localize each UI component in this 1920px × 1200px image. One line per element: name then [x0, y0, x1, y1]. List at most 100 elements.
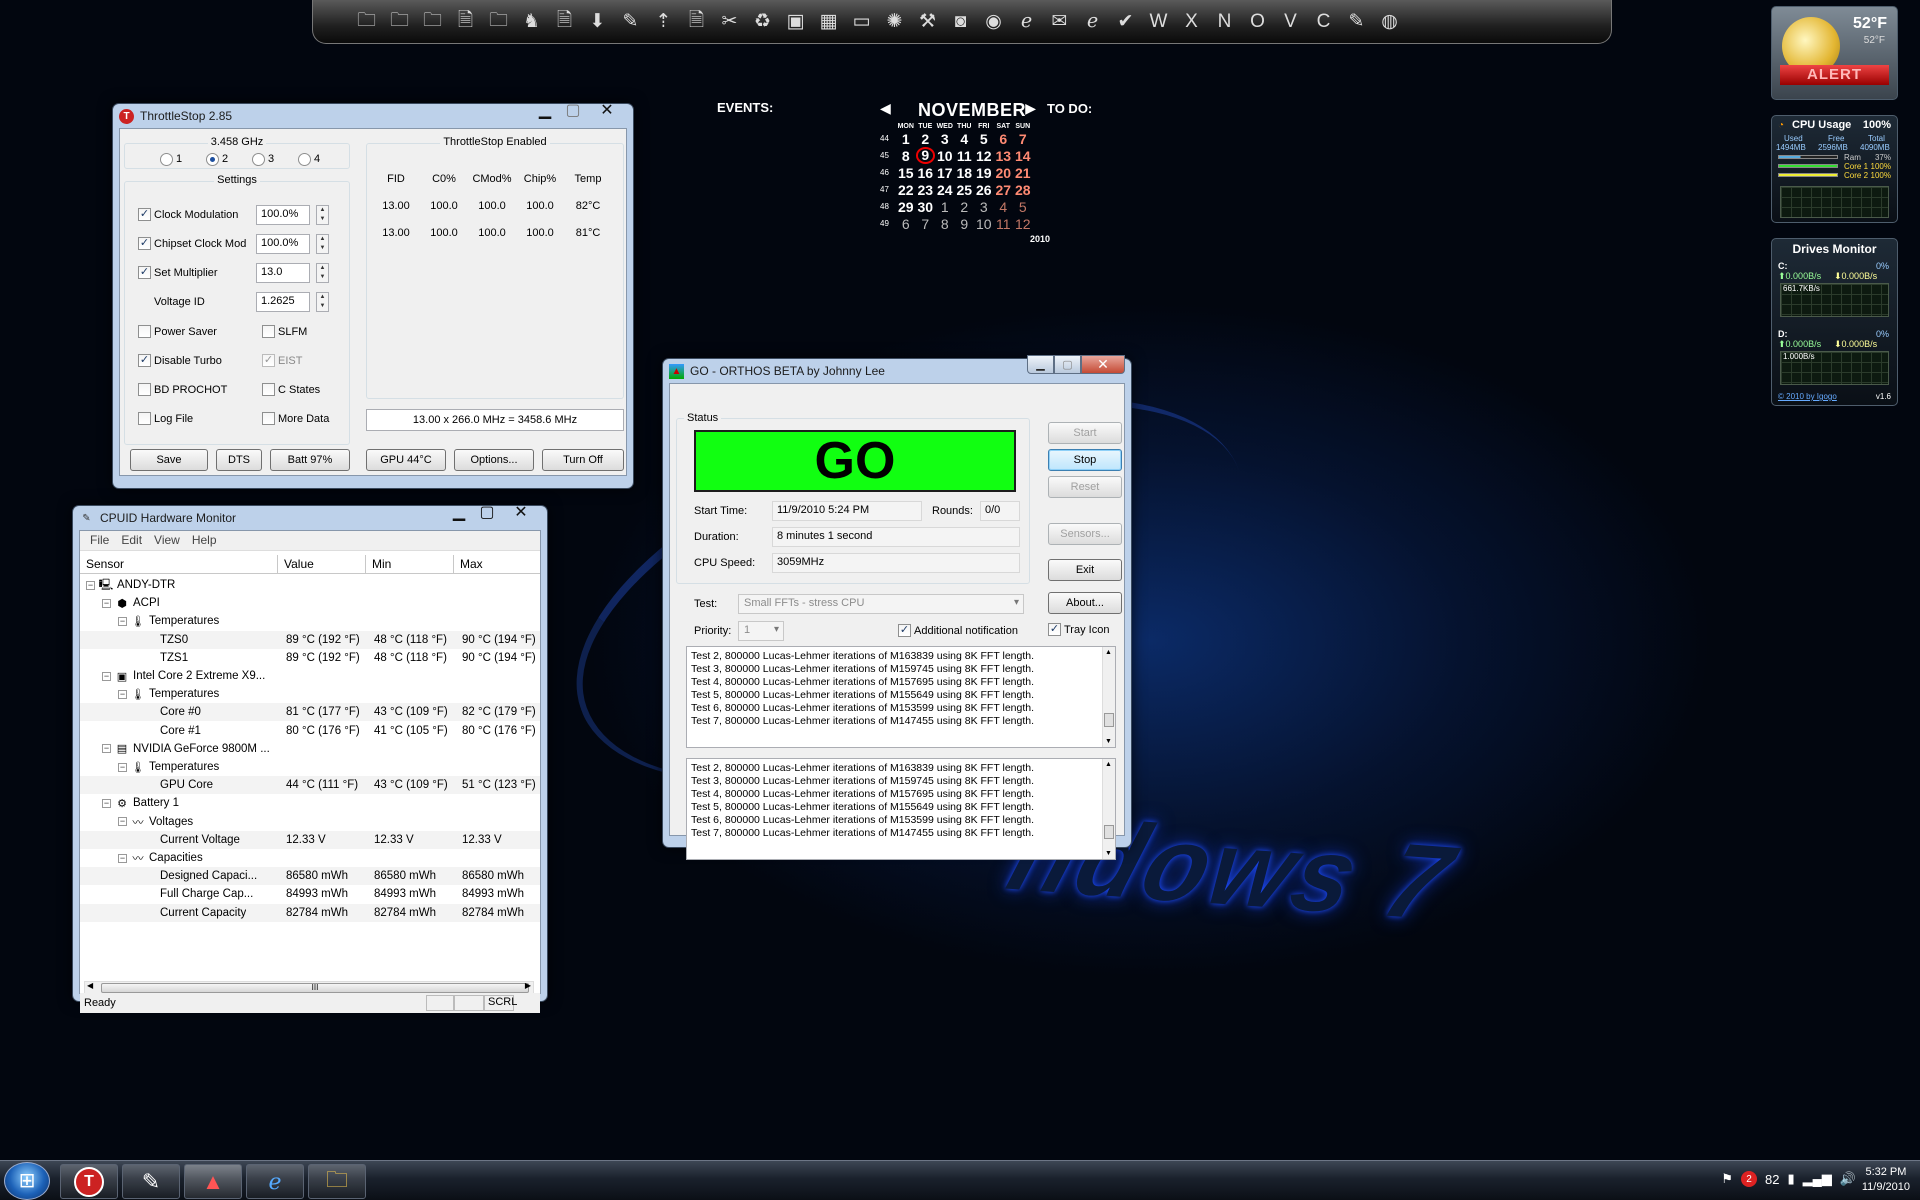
- folder-icon[interactable]: 🗀: [351, 6, 382, 37]
- maximize-button[interactable]: ▢: [559, 100, 587, 119]
- note-icon[interactable]: ✎: [1341, 6, 1372, 37]
- tray-icon-checkbox[interactable]: ✓: [1048, 623, 1061, 636]
- weather-alert[interactable]: ALERT: [1780, 65, 1889, 85]
- calendar-day[interactable]: 1: [935, 199, 955, 215]
- scroll-down-icon[interactable]: ▼: [1105, 850, 1112, 857]
- table-row[interactable]: − 🌡 Temperatures: [80, 612, 540, 630]
- column-min[interactable]: Min: [366, 555, 454, 573]
- clock-modulation-checkbox[interactable]: ✓: [138, 208, 151, 221]
- network-signal-icon[interactable]: ▂▄▆: [1803, 1171, 1832, 1187]
- clock-modulation-field[interactable]: 100.0%: [256, 205, 310, 225]
- prev-month-icon[interactable]: ◀: [880, 100, 891, 117]
- calendar-day[interactable]: 10: [974, 216, 994, 232]
- log-output-1[interactable]: Test 2, 800000 Lucas-Lehmer iterations o…: [686, 646, 1116, 748]
- folder-icon[interactable]: 🗀: [483, 6, 514, 37]
- additional-notification-checkbox[interactable]: ✓: [898, 624, 911, 637]
- calendar-day[interactable]: 3: [935, 131, 955, 147]
- title-bar[interactable]: ▲ GO - ORTHOS BETA by Johnny Lee ▁ ▢ ✕: [669, 355, 1125, 383]
- chess-icon[interactable]: ♞: [516, 6, 547, 37]
- tree-collapse-icon[interactable]: −: [102, 598, 111, 608]
- vb-icon[interactable]: V: [1275, 6, 1306, 37]
- column-max[interactable]: Max: [454, 555, 540, 573]
- battery-icon[interactable]: ▮: [1787, 1171, 1794, 1187]
- table-row[interactable]: − 〰 Capacities: [80, 849, 540, 867]
- dts-button[interactable]: DTS: [216, 449, 262, 471]
- calendar-day[interactable]: 2: [916, 131, 936, 147]
- test-select[interactable]: Small FFTs - stress CPU: [738, 594, 1024, 614]
- calendar-day[interactable]: 2: [955, 199, 975, 215]
- turn-off-button[interactable]: Turn Off: [542, 449, 624, 471]
- calendar-day[interactable]: 7: [1013, 131, 1033, 147]
- set-multiplier-checkbox[interactable]: ✓: [138, 266, 151, 279]
- tray-badge-icon[interactable]: 2: [1740, 1171, 1757, 1187]
- rocket-icon[interactable]: ⇡: [648, 6, 679, 37]
- tree-collapse-icon[interactable]: −: [118, 616, 127, 626]
- onenote-icon[interactable]: N: [1209, 6, 1240, 37]
- calendar-day[interactable]: 8: [896, 148, 916, 164]
- calendar-day[interactable]: 9: [955, 216, 975, 232]
- calendar-day[interactable]: 5: [974, 131, 994, 147]
- title-bar[interactable]: ✎ CPUID Hardware Monitor ▁ ▢ ✕: [79, 504, 541, 530]
- tree-collapse-icon[interactable]: −: [102, 744, 111, 754]
- table-row[interactable]: − 〰 Voltages: [80, 813, 540, 831]
- calendar-day[interactable]: 12: [974, 148, 994, 164]
- document-icon[interactable]: 🗎: [549, 6, 580, 37]
- table-row[interactable]: − ▣ Intel Core 2 Extreme X9...: [80, 667, 540, 685]
- menu-view[interactable]: View: [150, 533, 184, 548]
- calendar-day[interactable]: 21: [1013, 165, 1033, 181]
- calendar-day[interactable]: 28: [1013, 182, 1033, 198]
- log-output-2[interactable]: Test 2, 800000 Lucas-Lehmer iterations o…: [686, 758, 1116, 860]
- set-multiplier-field[interactable]: 13.0: [256, 263, 310, 283]
- profile-radio-4[interactable]: [298, 153, 311, 166]
- gpu-button[interactable]: GPU 44°C: [366, 449, 446, 471]
- priority-select[interactable]: 1: [738, 621, 784, 641]
- grid-icon[interactable]: ▦: [813, 6, 844, 37]
- calendar-day[interactable]: 13: [994, 148, 1014, 164]
- taskbar-internet-explorer[interactable]: ℯ: [246, 1164, 304, 1199]
- calendar-day[interactable]: 6: [994, 131, 1014, 147]
- taskbar-cpuid[interactable]: ✎: [122, 1164, 180, 1199]
- start-button[interactable]: ⊞: [4, 1162, 50, 1200]
- table-row[interactable]: Current Capacity 82784 mWh 82784 mWh 82784 …: [80, 903, 540, 922]
- taskbar-explorer[interactable]: 🗀: [308, 1164, 366, 1199]
- table-row[interactable]: TZS0 89 °C (192 °F) 48 °C (118 °F) 90 °C (1…: [80, 630, 540, 649]
- tray-number[interactable]: 82: [1765, 1172, 1779, 1187]
- scroll-thumb[interactable]: III: [101, 983, 529, 993]
- about-button[interactable]: About...: [1048, 592, 1122, 614]
- folder-icon[interactable]: 🗀: [384, 6, 415, 37]
- calendar-day[interactable]: 16: [916, 165, 936, 181]
- title-bar[interactable]: T ThrottleStop 2.85 ▁ ▢ ✕: [119, 102, 627, 128]
- calendar-day[interactable]: 17: [935, 165, 955, 181]
- menu-edit[interactable]: Edit: [117, 533, 146, 548]
- calendar-day[interactable]: 14: [1013, 148, 1033, 164]
- table-row[interactable]: − ⚙ Battery 1: [80, 794, 540, 812]
- stop-button[interactable]: Stop: [1048, 449, 1122, 471]
- column-sensor[interactable]: Sensor: [80, 555, 278, 573]
- document-icon[interactable]: 🗎: [450, 6, 481, 37]
- volume-icon[interactable]: 🔊: [1840, 1171, 1856, 1187]
- more-data-checkbox[interactable]: [262, 412, 275, 425]
- close-button[interactable]: ✕: [501, 502, 541, 521]
- calendar-day[interactable]: 15: [896, 165, 916, 181]
- battery-button[interactable]: Batt 97%: [270, 449, 350, 471]
- c-states-checkbox[interactable]: [262, 383, 275, 396]
- scroll-down-icon[interactable]: ▼: [1105, 738, 1112, 745]
- table-row[interactable]: Full Charge Cap... 84993 mWh 84993 mWh 8499…: [80, 885, 540, 903]
- calendar-day[interactable]: 7: [916, 216, 936, 232]
- action-center-icon[interactable]: ⚑: [1721, 1171, 1733, 1187]
- calendar-day[interactable]: 23: [916, 182, 936, 198]
- scroll-up-icon[interactable]: ▲: [1105, 649, 1112, 656]
- table-row[interactable]: Designed Capaci... 86580 mWh 86580 mWh 8658…: [80, 867, 540, 886]
- tree-collapse-icon[interactable]: −: [118, 853, 127, 863]
- calendar-day[interactable]: 24: [935, 182, 955, 198]
- save-button[interactable]: Save: [130, 449, 208, 471]
- globe-icon[interactable]: ◍: [1374, 6, 1405, 37]
- table-row[interactable]: Current Voltage 12.33 V 12.33 V 12.33 V: [80, 830, 540, 849]
- calendar-day[interactable]: 8: [935, 216, 955, 232]
- calendar-day[interactable]: 22: [896, 182, 916, 198]
- calendar-day[interactable]: 5: [1013, 199, 1033, 215]
- calendar-day[interactable]: 9: [915, 147, 935, 164]
- slfm-checkbox[interactable]: [262, 325, 275, 338]
- tree-collapse-icon[interactable]: −: [102, 671, 111, 681]
- profile-radio-1[interactable]: [160, 153, 173, 166]
